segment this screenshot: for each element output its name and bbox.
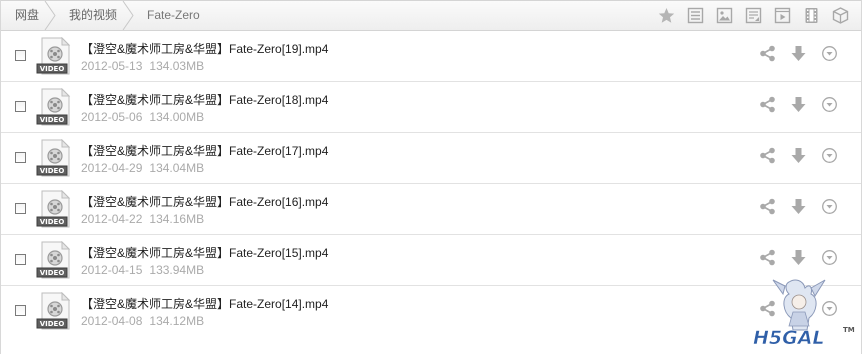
breadcrumb-label: Fate-Zero (147, 8, 200, 22)
breadcrumb-item-netdisk[interactable]: 网盘 (1, 1, 56, 30)
select-checkbox[interactable] (15, 152, 26, 163)
file-meta: 2012-05-13 134.03MB (81, 59, 204, 73)
download-icon[interactable] (790, 198, 807, 215)
file-name[interactable]: 【澄空&魔术师工房&华盟】Fate-Zero[19].mp4 (81, 40, 328, 57)
file-type-label: VIDEO (40, 65, 65, 73)
box-view-icon[interactable] (832, 7, 849, 24)
file-size: 134.00MB (149, 110, 205, 124)
share-icon[interactable] (759, 300, 776, 317)
file-name[interactable]: 【澄空&魔术师工房&华盟】Fate-Zero[14].mp4 (81, 295, 328, 312)
file-meta: 2012-04-29 134.04MB (81, 161, 204, 175)
share-icon[interactable] (759, 249, 776, 266)
download-icon[interactable] (790, 147, 807, 164)
file-type-label: VIDEO (40, 167, 65, 175)
file-size: 134.12MB (149, 314, 205, 328)
file-type-label: VIDEO (40, 116, 65, 124)
file-browser: 网盘 我的视频 Fate-Zero VIDEO 【澄空&魔术师工房&华盟】Fat… (0, 0, 862, 354)
file-size: 134.04MB (149, 161, 205, 175)
video-file-icon: VIDEO (36, 292, 71, 330)
breadcrumb-item-current-folder: Fate-Zero (133, 1, 216, 30)
file-row[interactable]: VIDEO 【澄空&魔术师工房&华盟】Fate-Zero[19].mp4 201… (1, 31, 861, 82)
image-view-icon[interactable] (716, 7, 733, 24)
file-name[interactable]: 【澄空&魔术师工房&华盟】Fate-Zero[17].mp4 (81, 142, 328, 159)
share-icon[interactable] (759, 45, 776, 62)
file-name[interactable]: 【澄空&魔术师工房&华盟】Fate-Zero[15].mp4 (81, 244, 328, 261)
file-name[interactable]: 【澄空&魔术师工房&华盟】Fate-Zero[18].mp4 (81, 91, 328, 108)
file-row[interactable]: VIDEO 【澄空&魔术师工房&华盟】Fate-Zero[15].mp4 201… (1, 235, 861, 286)
more-options-icon[interactable] (821, 300, 838, 317)
file-date: 2012-04-08 (81, 314, 143, 328)
file-type-label: VIDEO (40, 320, 65, 328)
select-checkbox[interactable] (15, 101, 26, 112)
breadcrumb-label: 我的视频 (69, 8, 118, 22)
more-options-icon[interactable] (821, 45, 838, 62)
file-date: 2012-05-06 (81, 110, 143, 124)
row-actions (759, 96, 838, 113)
more-options-icon[interactable] (821, 147, 838, 164)
file-row[interactable]: VIDEO 【澄空&魔术师工房&华盟】Fate-Zero[18].mp4 201… (1, 82, 861, 133)
row-actions (759, 300, 838, 317)
file-date: 2012-04-29 (81, 161, 143, 175)
file-row[interactable]: VIDEO 【澄空&魔术师工房&华盟】Fate-Zero[14].mp4 201… (1, 286, 861, 337)
video-view-icon[interactable] (774, 7, 791, 24)
share-icon[interactable] (759, 147, 776, 164)
file-type-label: VIDEO (40, 218, 65, 226)
breadcrumb: 网盘 我的视频 Fate-Zero (1, 1, 216, 30)
file-size: 134.03MB (149, 59, 205, 73)
file-row[interactable]: VIDEO 【澄空&魔术师工房&华盟】Fate-Zero[16].mp4 201… (1, 184, 861, 235)
download-icon[interactable] (790, 300, 807, 317)
more-options-icon[interactable] (821, 249, 838, 266)
file-meta: 2012-04-15 133.94MB (81, 263, 204, 277)
file-size: 133.94MB (149, 263, 205, 277)
file-date: 2012-05-13 (81, 59, 143, 73)
video-file-icon: VIDEO (36, 241, 71, 279)
filmstrip-view-icon[interactable] (803, 7, 820, 24)
download-icon[interactable] (790, 96, 807, 113)
star-icon[interactable] (658, 7, 675, 24)
row-actions (759, 45, 838, 62)
file-list: VIDEO 【澄空&魔术师工房&华盟】Fate-Zero[19].mp4 201… (1, 31, 861, 337)
video-file-icon: VIDEO (36, 190, 71, 228)
file-date: 2012-04-22 (81, 212, 143, 226)
select-checkbox[interactable] (15, 305, 26, 316)
select-checkbox[interactable] (15, 50, 26, 61)
breadcrumb-label: 网盘 (15, 8, 40, 22)
file-meta: 2012-04-08 134.12MB (81, 314, 204, 328)
file-type-label: VIDEO (40, 269, 65, 277)
row-actions (759, 249, 838, 266)
more-options-icon[interactable] (821, 198, 838, 215)
row-actions (759, 198, 838, 215)
document-view-icon[interactable] (745, 7, 762, 24)
row-actions (759, 147, 838, 164)
file-meta: 2012-05-06 134.00MB (81, 110, 204, 124)
select-checkbox[interactable] (15, 254, 26, 265)
file-row[interactable]: VIDEO 【澄空&魔术师工房&华盟】Fate-Zero[17].mp4 201… (1, 133, 861, 184)
more-options-icon[interactable] (821, 96, 838, 113)
breadcrumb-item-my-videos[interactable]: 我的视频 (55, 1, 134, 30)
video-file-icon: VIDEO (36, 139, 71, 177)
file-name[interactable]: 【澄空&魔术师工房&华盟】Fate-Zero[16].mp4 (81, 193, 328, 210)
video-file-icon: VIDEO (36, 88, 71, 126)
select-checkbox[interactable] (15, 203, 26, 214)
download-icon[interactable] (790, 45, 807, 62)
share-icon[interactable] (759, 96, 776, 113)
download-icon[interactable] (790, 249, 807, 266)
video-file-icon: VIDEO (36, 37, 71, 75)
file-date: 2012-04-15 (81, 263, 143, 277)
file-meta: 2012-04-22 134.16MB (81, 212, 204, 226)
breadcrumb-bar: 网盘 我的视频 Fate-Zero (1, 0, 861, 31)
view-toolbar (658, 7, 849, 24)
file-size: 134.16MB (149, 212, 205, 226)
list-view-icon[interactable] (687, 7, 704, 24)
share-icon[interactable] (759, 198, 776, 215)
